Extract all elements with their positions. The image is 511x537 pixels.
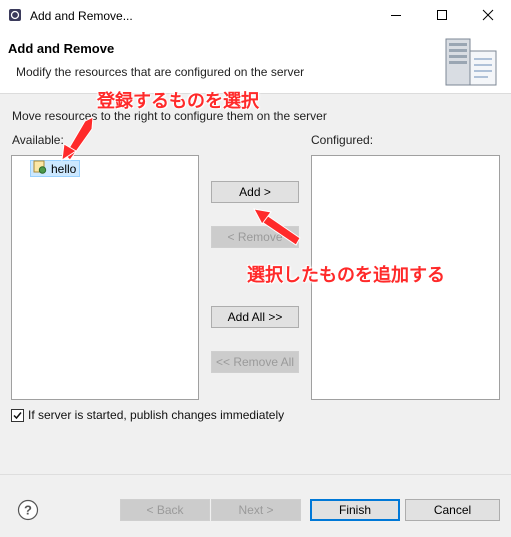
available-list[interactable]: hello xyxy=(11,155,199,400)
page-title: Add and Remove xyxy=(8,41,115,56)
annotation-select: 登録するものを選択 xyxy=(97,91,259,111)
list-item-hello[interactable]: hello xyxy=(30,160,81,177)
server-icon xyxy=(440,37,502,89)
arrow-icon xyxy=(64,116,94,161)
publish-label[interactable]: If server is started, publish changes im… xyxy=(28,408,284,422)
divider xyxy=(0,474,511,475)
cancel-button[interactable]: Cancel xyxy=(405,499,500,521)
configured-label: Configured: xyxy=(311,133,374,147)
remove-all-button[interactable]: << Remove All xyxy=(211,351,299,373)
list-item-label: hello xyxy=(51,161,77,176)
close-icon xyxy=(482,9,494,21)
remove-button[interactable]: < Remove xyxy=(211,226,299,248)
annotation-add: 選択したものを追加する xyxy=(247,265,445,285)
checkmark-icon xyxy=(13,412,22,420)
window-title: Add and Remove... xyxy=(30,9,133,23)
add-button[interactable]: Add > xyxy=(211,181,299,203)
add-all-button[interactable]: Add All >> xyxy=(211,306,299,328)
maximize-icon xyxy=(437,10,447,20)
minimize-icon xyxy=(391,15,401,16)
page-description: Modify the resources that are configured… xyxy=(16,65,305,79)
minimize-button[interactable] xyxy=(373,0,419,31)
title-bar: Add and Remove... xyxy=(0,0,511,31)
wizard-header: Add and Remove Modify the resources that… xyxy=(0,31,511,94)
svg-text:?: ? xyxy=(24,503,32,518)
close-button[interactable] xyxy=(465,0,511,31)
web-project-icon xyxy=(33,160,47,177)
help-icon[interactable]: ? xyxy=(17,499,39,521)
publish-checkbox[interactable] xyxy=(11,409,24,422)
back-button[interactable]: < Back xyxy=(120,499,210,521)
next-button[interactable]: Next > xyxy=(211,499,301,521)
available-label: Available: xyxy=(12,133,64,147)
arrow-icon xyxy=(253,208,272,225)
finish-button[interactable]: Finish xyxy=(310,499,400,521)
maximize-button[interactable] xyxy=(419,0,465,31)
eclipse-icon xyxy=(8,8,22,22)
